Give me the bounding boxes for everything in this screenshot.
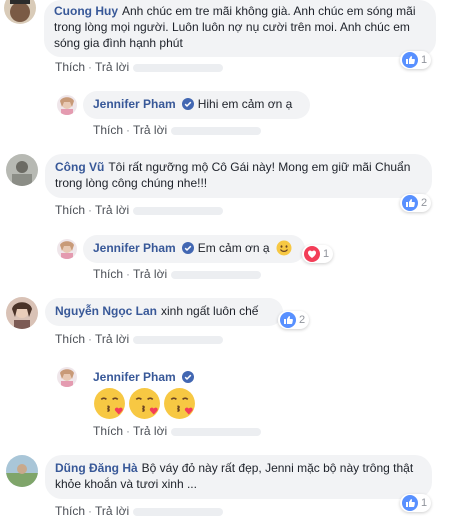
- redacted-timestamp: [133, 206, 224, 215]
- redacted-timestamp: [171, 126, 262, 135]
- redacted-timestamp: [171, 270, 262, 279]
- kiss-emoji-group: [93, 387, 196, 421]
- reply-bubble-jennifer-pham: Jennifer Pham Hihi em cảm ơn ạ: [83, 91, 310, 119]
- reaction-count[interactable]: 1: [302, 245, 334, 263]
- like-button[interactable]: Thích: [93, 267, 123, 281]
- comment-bubble-dung-dang-ha: Dũng Đăng Hà Bộ váy đỏ này rất đẹp, Jenni…: [45, 455, 432, 499]
- reply-button[interactable]: Trả lời: [95, 504, 129, 518]
- redacted-timestamp: [133, 335, 224, 344]
- kiss-emoji-icon: [93, 387, 126, 421]
- comment-actions: Thích · Trả lời: [55, 60, 224, 74]
- comment-text: xinh ngất luôn chế: [161, 304, 259, 318]
- kiss-emoji-icon: [128, 387, 161, 421]
- like-button[interactable]: Thích: [55, 203, 85, 217]
- avatar-jennifer-pham[interactable]: [57, 239, 77, 259]
- reply-actions: Thích · Trả lời: [93, 123, 262, 137]
- comment-author[interactable]: Jennifer Pham: [93, 241, 176, 255]
- reply-button[interactable]: Trả lời: [95, 203, 129, 217]
- avatar-cuong-huy[interactable]: [4, 0, 36, 24]
- reply-actions: Thích · Trả lời: [93, 424, 262, 438]
- verified-badge-icon: [181, 98, 194, 114]
- comment-bubble-cong-vu: Công Vũ Tôi rất ngưỡng mộ Cô Gái này! Mon…: [45, 154, 432, 198]
- like-reaction-icon: [402, 195, 418, 211]
- redacted-timestamp: [171, 427, 262, 436]
- like-reaction-icon: [280, 312, 296, 328]
- comment-text: Em cảm ơn ạ: [197, 241, 270, 255]
- avatar-jennifer-pham[interactable]: [57, 367, 77, 387]
- avatar-nguyen-ngoc-lan[interactable]: [6, 297, 38, 329]
- comment-author[interactable]: Công Vũ: [55, 160, 104, 174]
- smile-emoji-icon: [276, 240, 292, 260]
- comment-actions: Thích · Trả lời: [55, 203, 224, 217]
- reply-actions: Thích · Trả lời: [93, 267, 262, 281]
- love-reaction-icon: [304, 246, 320, 262]
- avatar-dung-dang-ha[interactable]: [6, 455, 38, 487]
- comment-text: Tôi rất ngưỡng mộ Cô Gái này! Mong em gi…: [55, 160, 411, 190]
- comment-author[interactable]: Cuong Huy: [54, 4, 118, 18]
- reply-header-jennifer-pham: Jennifer Pham: [93, 369, 198, 387]
- avatar-jennifer-pham[interactable]: [57, 95, 77, 115]
- comment-bubble-nguyen-ngoc-lan: Nguyễn Ngọc Lan xinh ngất luôn chế: [45, 298, 283, 326]
- like-button[interactable]: Thích: [55, 504, 85, 518]
- reaction-count[interactable]: 1: [400, 51, 432, 69]
- comment-author[interactable]: Jennifer Pham: [93, 370, 176, 384]
- redacted-timestamp: [133, 507, 224, 516]
- reply-button[interactable]: Trả lời: [133, 267, 167, 281]
- like-reaction-icon: [402, 495, 418, 511]
- comment-text: Hihi em cảm ơn ạ: [197, 97, 293, 111]
- like-button[interactable]: Thích: [93, 424, 123, 438]
- comment-bubble-cuong-huy: Cuong Huy Anh chúc em tre mãi không già. …: [44, 0, 436, 57]
- verified-badge-icon: [181, 371, 194, 387]
- reply-button[interactable]: Trả lời: [95, 60, 129, 74]
- reply-button[interactable]: Trả lời: [95, 332, 129, 346]
- comment-author[interactable]: Nguyễn Ngọc Lan: [55, 304, 157, 318]
- reply-bubble-jennifer-pham: Jennifer Pham Em cảm ơn ạ: [83, 235, 305, 263]
- verified-badge-icon: [181, 242, 194, 258]
- like-button[interactable]: Thích: [55, 60, 85, 74]
- redacted-timestamp: [133, 63, 224, 72]
- comment-actions: Thích · Trả lời: [55, 504, 224, 518]
- comment-actions: Thích · Trả lời: [55, 332, 224, 346]
- reply-button[interactable]: Trả lời: [133, 424, 167, 438]
- reply-button[interactable]: Trả lời: [133, 123, 167, 137]
- reaction-count[interactable]: 2: [278, 311, 310, 329]
- avatar-cong-vu[interactable]: [6, 154, 38, 186]
- like-reaction-icon: [402, 52, 418, 68]
- comment-author[interactable]: Dũng Đăng Hà: [55, 461, 138, 475]
- reaction-count[interactable]: 2: [400, 194, 432, 212]
- like-button[interactable]: Thích: [93, 123, 123, 137]
- kiss-emoji-icon: [163, 387, 196, 421]
- comment-author[interactable]: Jennifer Pham: [93, 97, 176, 111]
- reaction-count[interactable]: 1: [400, 494, 432, 512]
- like-button[interactable]: Thích: [55, 332, 85, 346]
